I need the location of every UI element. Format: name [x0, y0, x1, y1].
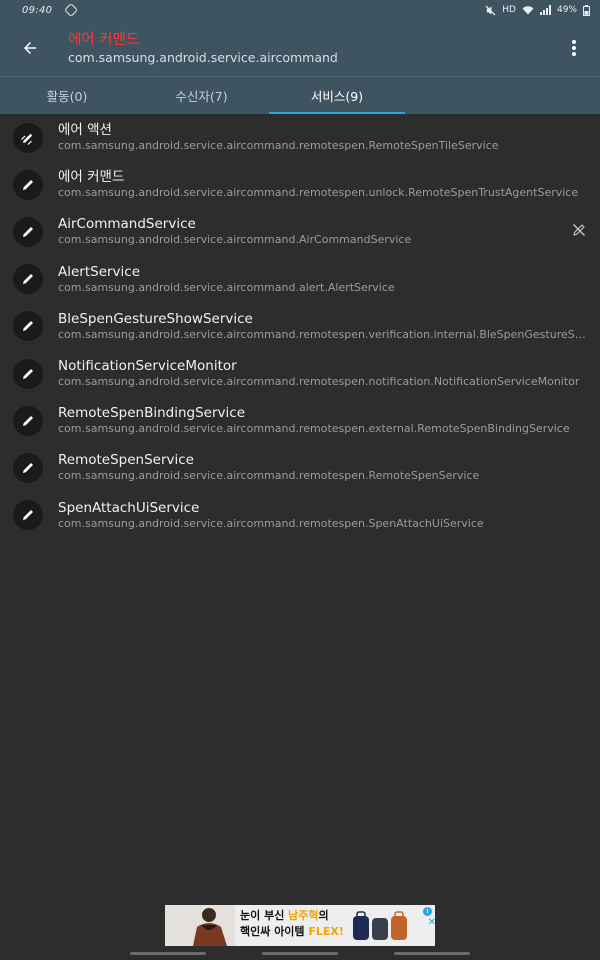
list-item-text: 에어 커맨드 com.samsung.android.service.airco…: [58, 169, 586, 200]
list-item[interactable]: BleSpenGestureShowService com.samsung.an…: [0, 303, 600, 350]
pen-icon: [13, 500, 43, 531]
app-package: com.samsung.android.service.aircommand: [68, 49, 338, 65]
hd-icon: HD: [502, 5, 516, 15]
list-item[interactable]: RemoteSpenService com.samsung.android.se…: [0, 444, 600, 491]
service-package: com.samsung.android.service.aircommand.r…: [58, 139, 499, 153]
edit-pen-icon: [13, 122, 43, 153]
tab-label: 서비스(9): [310, 89, 364, 104]
service-package: com.samsung.android.service.aircommand.r…: [58, 469, 480, 483]
wifi-icon: [522, 6, 534, 15]
status-icons: HD 49%: [485, 4, 590, 16]
service-package: com.samsung.android.service.aircommand.r…: [58, 186, 579, 200]
pen-icon: [13, 216, 43, 247]
pen-icon: [13, 169, 43, 200]
disabled-pen-icon: [572, 222, 586, 241]
overflow-menu-button[interactable]: [548, 20, 600, 76]
ad-text-2a: 핵인싸 아이템: [240, 925, 309, 938]
back-button[interactable]: [0, 20, 60, 76]
list-item-text: RemoteSpenBindingService com.samsung.and…: [58, 405, 586, 436]
tab-bar: 활동(0) 수신자(7) 서비스(9): [0, 76, 600, 114]
ad-text-1c: 의: [318, 909, 329, 922]
more-vert-icon: [572, 40, 576, 56]
battery-percent: 49%: [556, 5, 577, 15]
pen-icon: [13, 264, 43, 295]
service-package: com.samsung.android.service.aircommand.r…: [58, 375, 580, 389]
service-package: com.samsung.android.service.aircommand.r…: [58, 422, 570, 436]
app-bar: 에어 커맨드 com.samsung.android.service.airco…: [0, 20, 600, 76]
ad-line-2: 핵인싸 아이템 FLEX!: [240, 924, 344, 940]
ad-headline: 눈이 부신 남주혁의 핵인싸 아이템 FLEX!: [240, 908, 344, 940]
tab-activities[interactable]: 활동(0): [0, 77, 134, 114]
service-name: RemoteSpenBindingService: [58, 405, 245, 422]
list-item[interactable]: AirCommandService com.samsung.android.se…: [0, 208, 600, 255]
list-item[interactable]: 에어 커맨드 com.samsung.android.service.airco…: [0, 161, 600, 208]
status-time: 09:40: [22, 4, 53, 16]
title-block: 에어 커맨드 com.samsung.android.service.airco…: [68, 31, 338, 66]
list-item-text: NotificationServiceMonitor com.samsung.a…: [58, 358, 586, 389]
service-package: com.samsung.android.service.aircommand.r…: [58, 516, 484, 530]
service-name: AlertService: [58, 263, 141, 280]
pen-icon: [13, 311, 43, 342]
pen-icon: [13, 358, 43, 389]
service-package: com.samsung.android.service.aircommand.a…: [58, 280, 395, 294]
service-name: RemoteSpenService: [58, 452, 194, 469]
ad-backpacks-image: [353, 911, 407, 940]
ad-close-icon[interactable]: ✕: [428, 917, 435, 928]
status-bar: 09:40 HD 49%: [0, 0, 600, 20]
ad-banner[interactable]: 눈이 부신 남주혁의 핵인싸 아이템 FLEX! i ✕: [165, 905, 435, 946]
list-item[interactable]: SpenAttachUiService com.samsung.android.…: [0, 492, 600, 539]
service-package: com.samsung.android.service.aircommand.r…: [58, 327, 586, 341]
service-name: 에어 커맨드: [58, 169, 125, 186]
screen: 09:40 HD 49% 에어 커맨드 com.samsung.android.…: [0, 0, 600, 960]
pen-icon: [13, 452, 43, 483]
list-item-text: SpenAttachUiService com.samsung.android.…: [58, 500, 586, 531]
ad-text-2b: FLEX!: [308, 925, 344, 938]
nav-hint-left[interactable]: [130, 952, 206, 955]
tab-label: 수신자(7): [175, 89, 228, 104]
pen-icon: [13, 405, 43, 436]
service-list: 에어 액션 com.samsung.android.service.aircom…: [0, 114, 600, 539]
service-name: SpenAttachUiService: [58, 499, 200, 516]
list-item[interactable]: 에어 액션 com.samsung.android.service.aircom…: [0, 114, 600, 161]
nav-hint-right[interactable]: [394, 952, 470, 955]
mute-icon: [485, 4, 496, 16]
tab-receivers[interactable]: 수신자(7): [134, 77, 269, 114]
list-item[interactable]: NotificationServiceMonitor com.samsung.a…: [0, 350, 600, 397]
ad-text-1b: 남주혁: [288, 909, 319, 922]
tab-services[interactable]: 서비스(9): [269, 77, 405, 114]
service-name: BleSpenGestureShowService: [58, 310, 253, 327]
ad-text-1a: 눈이 부신: [240, 909, 289, 922]
ad-line-1: 눈이 부신 남주혁의: [240, 908, 344, 924]
arrow-left-icon: [24, 42, 36, 54]
app-title: 에어 커맨드: [68, 31, 140, 48]
navigation-bar: [0, 950, 600, 960]
service-name: 에어 액션: [58, 122, 112, 139]
list-item-text: BleSpenGestureShowService com.samsung.an…: [58, 311, 586, 342]
ad-person-image: [165, 905, 235, 946]
list-item-text: AirCommandService com.samsung.android.se…: [58, 216, 586, 247]
list-item-text: AlertService com.samsung.android.service…: [58, 264, 586, 295]
signal-icon: [539, 5, 551, 15]
tab-label: 활동(0): [46, 89, 88, 104]
ad-info-icon[interactable]: i: [423, 907, 432, 916]
service-name: NotificationServiceMonitor: [58, 358, 237, 375]
list-item-text: RemoteSpenService com.samsung.android.se…: [58, 452, 586, 483]
service-name: AirCommandService: [58, 216, 196, 233]
list-item[interactable]: AlertService com.samsung.android.service…: [0, 256, 600, 303]
list-item-text: 에어 액션 com.samsung.android.service.aircom…: [58, 122, 586, 153]
nav-hint-center[interactable]: [262, 952, 338, 955]
notification-icon: [64, 2, 79, 18]
list-item[interactable]: RemoteSpenBindingService com.samsung.and…: [0, 397, 600, 444]
battery-icon: [583, 4, 590, 16]
service-package: com.samsung.android.service.aircommand.A…: [58, 233, 412, 247]
